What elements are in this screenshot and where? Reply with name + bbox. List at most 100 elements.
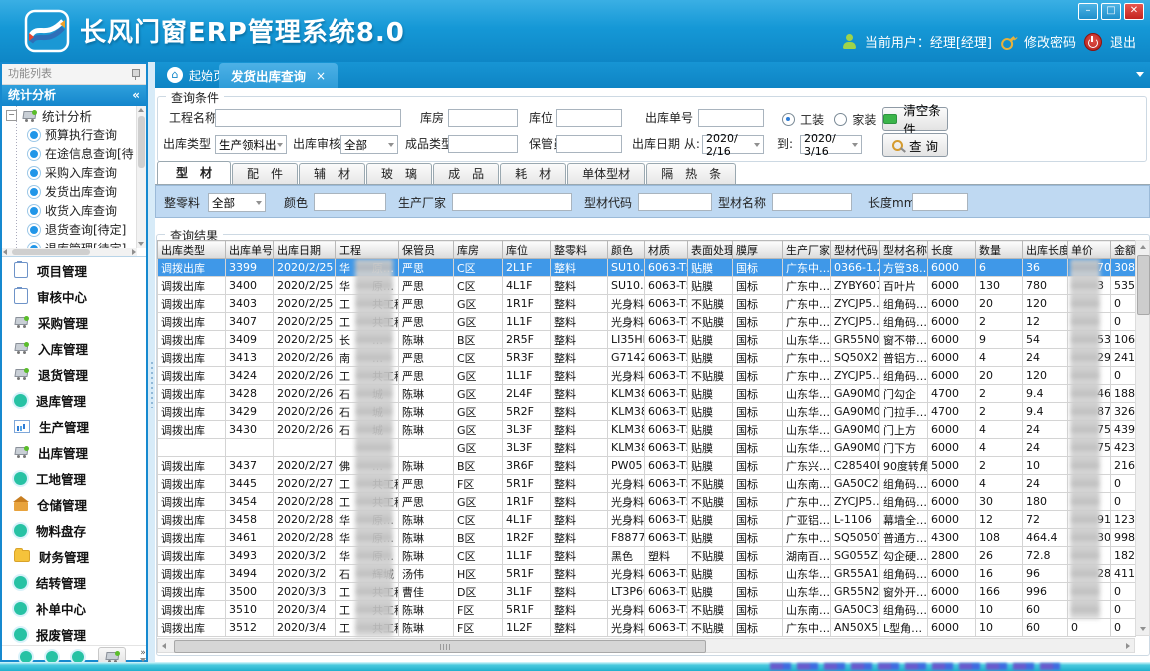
column-header[interactable]: 颜色	[608, 241, 645, 259]
collapse-icon[interactable]: «	[132, 85, 140, 106]
table-row[interactable]: 调拨出库34132020/2/26南…严思C区5R3F整料G714226063-…	[158, 349, 1136, 367]
tree-item[interactable]: 在途信息查询[待	[2, 144, 137, 163]
column-header[interactable]: 出库类型	[158, 241, 226, 259]
panel-splitter[interactable]	[148, 62, 155, 662]
column-header[interactable]: 整零料	[551, 241, 608, 259]
industrial-radio[interactable]	[782, 113, 795, 126]
table-row[interactable]: 调拨出库34612020/2/28华原…陈琳B区1R2F整料F8877FT606…	[158, 529, 1136, 547]
sidebar-module-工地管理[interactable]: 工地管理	[2, 465, 146, 491]
sidebar-module-采购管理[interactable]: 采购管理	[2, 309, 146, 335]
length-input[interactable]	[912, 193, 968, 211]
column-header[interactable]: 材质	[645, 241, 688, 259]
column-header[interactable]: 表面处理	[688, 241, 733, 259]
vertical-scrollbar[interactable]	[1135, 240, 1150, 636]
material-tab-7[interactable]: 单体型材	[567, 163, 645, 184]
table-row[interactable]: 调拨出库34452020/2/27工共工程严思F区5R1F整料光身料6063-T…	[158, 475, 1136, 493]
tree-item[interactable]: 退货查询[待定]	[2, 220, 137, 239]
home-decoration-radio[interactable]	[834, 113, 847, 126]
tree-item[interactable]: 采购入库查询	[2, 163, 137, 182]
home-decoration-radio-label[interactable]: 家装	[852, 113, 876, 127]
warehouse-input[interactable]	[448, 109, 518, 127]
table-row[interactable]: 调拨出库34032020/2/25工共工程严思G区1R1F整料光身料6063-T…	[158, 295, 1136, 313]
table-row[interactable]: 调拨出库34372020/2/27佛…陈琳B区3R6F整料PW056063-T5…	[158, 457, 1136, 475]
column-header[interactable]: 保管员	[399, 241, 454, 259]
material-tab-1[interactable]: 型 材	[157, 161, 231, 184]
tab-list-chevron-icon[interactable]	[1136, 72, 1144, 77]
material-tab-4[interactable]: 玻 璃	[366, 163, 432, 184]
tab-close-icon[interactable]: ×	[316, 69, 326, 83]
material-tab-2[interactable]: 配 件	[232, 163, 298, 184]
table-row[interactable]: G区3L3F整料KLM38176063-T5贴膜国标山东华…GA90M09…门下…	[158, 439, 1136, 457]
table-row[interactable]: 调拨出库34292020/2/26石城陈琳G区5R2F整料KLM38176063…	[158, 403, 1136, 421]
column-header[interactable]: 单价	[1068, 241, 1111, 259]
tree-horizontal-scrollbar[interactable]	[2, 248, 137, 256]
column-header[interactable]: 型材代码	[831, 241, 880, 259]
horizontal-scrollbar[interactable]	[157, 638, 1135, 653]
table-row[interactable]: 调拨出库33992020/2/25华原…严思C区2L1F整料SU10…6063-…	[158, 259, 1136, 277]
manufacturer-input[interactable]	[452, 193, 572, 211]
table-row[interactable]: 调拨出库34582020/2/28华原…陈琳C区4L1F整料光身料6063-T5…	[158, 511, 1136, 529]
close-button[interactable]: ✕	[1124, 3, 1144, 20]
tree-vertical-scrollbar[interactable]	[136, 106, 146, 248]
sidebar-module-出库管理[interactable]: 出库管理	[2, 439, 146, 465]
column-header[interactable]: 金额	[1111, 241, 1136, 259]
sidebar-module-结转管理[interactable]: 结转管理	[2, 569, 146, 595]
date-to-picker[interactable]: 2020/ 3/16	[800, 135, 862, 154]
sidebar-module-报废管理[interactable]: 报废管理	[2, 621, 146, 645]
keeper-input[interactable]	[556, 135, 622, 153]
table-row[interactable]: 调拨出库34072020/2/25工共工程严思G区1L1F整料光身料6063-T…	[158, 313, 1136, 331]
out-type-combobox[interactable]: 生产领料出库	[215, 135, 287, 154]
table-row[interactable]: 调拨出库35002020/3/3工共工程曹佳D区3L1F整料LT3P606063…	[158, 583, 1136, 601]
sidebar-module-财务管理[interactable]: 财务管理	[2, 543, 146, 569]
product-type-input[interactable]	[448, 135, 518, 153]
material-tab-8[interactable]: 隔 热 条	[646, 163, 736, 184]
sidebar-module-退货管理[interactable]: 退货管理	[2, 361, 146, 387]
sidebar-module-补单中心[interactable]: 补单中心	[2, 595, 146, 621]
material-tab-5[interactable]: 成 品	[433, 163, 499, 184]
whole-part-combobox[interactable]: 全部	[208, 193, 266, 212]
project-name-input[interactable]	[215, 109, 401, 127]
minimize-button[interactable]: –	[1078, 3, 1098, 20]
maximize-button[interactable]: □	[1101, 3, 1121, 20]
sidebar-module-物料盘存[interactable]: 物料盘存	[2, 517, 146, 543]
industrial-radio-label[interactable]: 工装	[800, 113, 824, 127]
table-row[interactable]: 调拨出库34302020/2/26石城陈琳G区3L3F整料KLM38176063…	[158, 421, 1136, 439]
tree-item[interactable]: 预算执行查询	[2, 125, 137, 144]
table-row[interactable]: 调拨出库34942020/3/2石辉城汤伟H区5R1F整料光身料6063-T5贴…	[158, 565, 1136, 583]
column-header[interactable]: 生产厂家	[783, 241, 831, 259]
sidebar-module-仓储管理[interactable]: 仓储管理	[2, 491, 146, 517]
sidebar-module-入库管理[interactable]: 入库管理	[2, 335, 146, 361]
clear-conditions-button[interactable]: 清空条件	[882, 107, 948, 131]
table-row[interactable]: 调拨出库34932020/3/2华原…陈琳C区1L1F整料黑色塑料不贴膜国标湖南…	[158, 547, 1136, 565]
location-input[interactable]	[556, 109, 622, 127]
color-input[interactable]	[314, 193, 386, 211]
column-header[interactable]: 工程	[336, 241, 399, 259]
tree-root[interactable]: −统计分析	[2, 106, 137, 125]
audit-combobox[interactable]: 全部	[340, 135, 398, 154]
search-button[interactable]: 查 询	[882, 133, 948, 157]
sidebar-module-退库管理[interactable]: 退库管理	[2, 387, 146, 413]
tree-item[interactable]: 收货入库查询	[2, 201, 137, 220]
column-header[interactable]: 型材名称	[880, 241, 928, 259]
column-header[interactable]: 出库日期	[274, 241, 336, 259]
profile-code-input[interactable]	[638, 193, 712, 211]
column-header[interactable]: 出库长度	[1023, 241, 1068, 259]
table-row[interactable]: 调拨出库34242020/2/26工共工程严思G区1L1F整料光身料6063-T…	[158, 367, 1136, 385]
tree-expander-icon[interactable]: −	[6, 110, 17, 121]
tree-item[interactable]: 发货出库查询	[2, 182, 137, 201]
table-row[interactable]: 调拨出库35122020/3/4工共工程陈琳F区1L2F整料光身料6063-T5…	[158, 619, 1136, 637]
tab-shipment-out-query[interactable]: 发货出库查询 ×	[219, 63, 338, 88]
sidebar-module-项目管理[interactable]: 项目管理	[2, 257, 146, 283]
change-password-link[interactable]: 修改密码	[1024, 32, 1076, 51]
sidebar-module-生产管理[interactable]: 生产管理	[2, 413, 146, 439]
material-tab-6[interactable]: 耗 材	[500, 163, 566, 184]
order-no-input[interactable]	[698, 109, 764, 127]
table-row[interactable]: 调拨出库34092020/2/25长…陈琳B区2R5F整料LI35HD6063-…	[158, 331, 1136, 349]
column-header[interactable]: 数量	[976, 241, 1023, 259]
date-from-picker[interactable]: 2020/ 2/16	[702, 135, 764, 154]
tree-item[interactable]: 退库管理[待定]	[2, 239, 137, 248]
profile-name-input[interactable]	[772, 193, 852, 211]
table-row[interactable]: 调拨出库34002020/2/25华原…严思C区4L1F整料SU10…6063-…	[158, 277, 1136, 295]
sidebar-module-审核中心[interactable]: 审核中心	[2, 283, 146, 309]
column-header[interactable]: 库房	[454, 241, 503, 259]
